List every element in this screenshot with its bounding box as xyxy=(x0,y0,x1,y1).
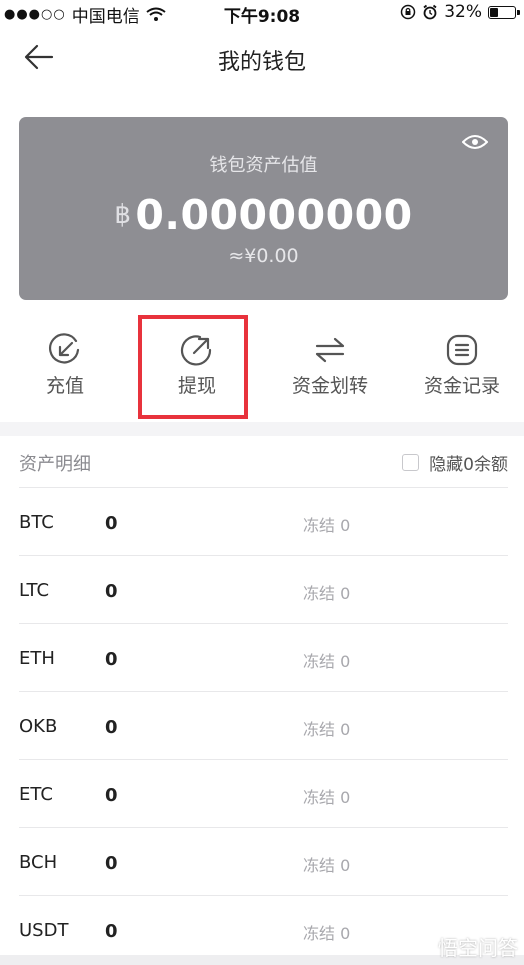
hide-zero-balance-toggle[interactable]: 隐藏0余额 xyxy=(402,450,508,475)
wallet-actions: 充值 提现 资金划转 资金记录 xyxy=(0,333,524,413)
transfer-icon xyxy=(315,337,345,363)
watermark-text: 悟空问答 xyxy=(438,936,518,960)
asset-row[interactable]: OKB 0 冻结 0 xyxy=(19,691,508,759)
bitcoin-symbol: ฿ xyxy=(114,200,132,230)
hide-zero-label: 隐藏0余额 xyxy=(429,455,508,475)
asset-row[interactable]: ETC 0 冻结 0 xyxy=(19,759,508,827)
battery-fill xyxy=(490,7,499,17)
asset-balance: 0 xyxy=(105,513,118,534)
asset-symbol: BTC xyxy=(19,512,54,533)
asset-symbol: BCH xyxy=(19,852,58,873)
asset-frozen: 冻结 0 xyxy=(303,856,351,875)
asset-balance: 0 xyxy=(105,581,118,602)
hide-zero-checkbox[interactable] xyxy=(402,454,420,471)
wallet-balance-value: 0.00000000 xyxy=(135,191,413,239)
asset-balance: 0 xyxy=(105,853,118,874)
rotation-lock-icon xyxy=(400,4,416,20)
wallet-fiat-value: ≈¥0.00 xyxy=(228,245,299,267)
asset-row[interactable]: BCH 0 冻结 0 xyxy=(19,827,508,895)
nav-bar: 我的钱包 xyxy=(0,30,524,86)
asset-frozen: 冻结 0 xyxy=(303,584,351,603)
wallet-summary-card: 钱包资产估值 ฿0.00000000 ≈¥0.00 xyxy=(19,117,508,300)
asset-symbol: LTC xyxy=(19,580,50,601)
records-button[interactable]: 资金记录 xyxy=(397,333,524,398)
asset-frozen: 冻结 0 xyxy=(303,788,351,807)
assets-header: 资产明细 隐藏0余额 xyxy=(19,450,508,478)
status-bar: ●●●○○ 中国电信 下午9:08 32% xyxy=(0,0,524,27)
asset-list: BTC 0 冻结 0 LTC 0 冻结 0 ETH 0 冻结 0 OKB 0 冻结 0 ETC 0 冻结 0… xyxy=(19,487,508,963)
transfer-label: 资金划转 xyxy=(291,375,368,397)
asset-balance: 0 xyxy=(105,921,118,942)
asset-frozen: 冻结 0 xyxy=(303,720,351,739)
assets-title: 资产明细 xyxy=(19,454,91,475)
records-icon xyxy=(446,334,478,366)
asset-balance: 0 xyxy=(105,649,118,670)
deposit-icon xyxy=(49,333,80,364)
records-label: 资金记录 xyxy=(423,375,500,397)
withdraw-label: 提现 xyxy=(177,375,216,397)
battery-icon xyxy=(488,5,520,19)
watermark: 悟空问答 xyxy=(402,932,518,961)
asset-row[interactable]: LTC 0 冻结 0 xyxy=(19,555,508,623)
wallet-estimate-label: 钱包资产估值 xyxy=(209,155,318,176)
watermark-logo-icon xyxy=(403,939,431,954)
asset-frozen: 冻结 0 xyxy=(303,924,351,943)
alarm-icon xyxy=(423,4,437,20)
wallet-balance: ฿0.00000000 xyxy=(19,191,508,239)
battery-percent: 32% xyxy=(444,2,482,22)
section-divider xyxy=(0,422,524,436)
withdraw-button[interactable]: 提现 xyxy=(132,333,262,398)
asset-symbol: ETC xyxy=(19,784,53,805)
eye-icon[interactable] xyxy=(462,133,488,151)
transfer-button[interactable]: 资金划转 xyxy=(265,333,395,398)
status-right: 32% xyxy=(400,2,520,22)
asset-symbol: OKB xyxy=(19,716,58,737)
deposit-label: 充值 xyxy=(45,375,84,397)
asset-frozen: 冻结 0 xyxy=(303,652,351,671)
asset-balance: 0 xyxy=(105,785,118,806)
withdraw-icon xyxy=(180,335,212,366)
asset-symbol: ETH xyxy=(19,648,55,669)
asset-frozen: 冻结 0 xyxy=(303,516,351,535)
deposit-button[interactable]: 充值 xyxy=(0,333,130,398)
asset-row[interactable]: BTC 0 冻结 0 xyxy=(19,487,508,555)
asset-balance: 0 xyxy=(105,717,118,738)
asset-symbol: USDT xyxy=(19,920,69,941)
page-title: 我的钱包 xyxy=(217,50,306,75)
asset-row[interactable]: ETH 0 冻结 0 xyxy=(19,623,508,691)
